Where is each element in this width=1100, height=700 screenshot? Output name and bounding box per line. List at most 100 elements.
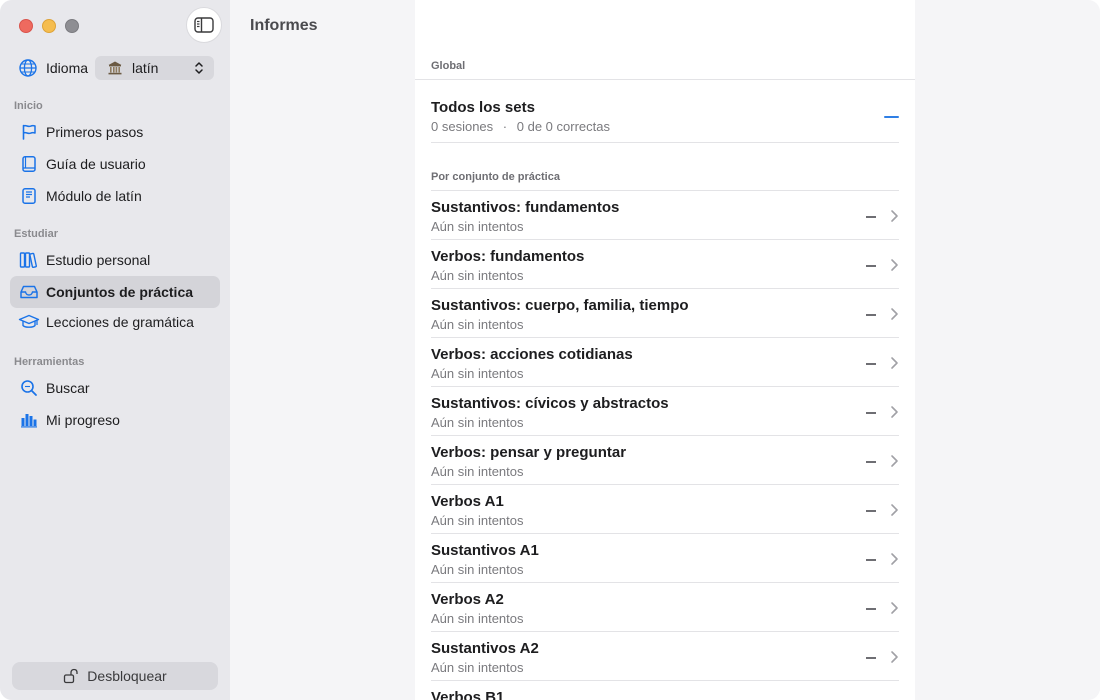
score-dash xyxy=(866,608,876,610)
set-status: Aún sin intentos xyxy=(431,660,524,675)
global-section-label: Global xyxy=(431,60,466,72)
set-status: Aún sin intentos xyxy=(431,219,524,234)
set-status: Aún sin intentos xyxy=(431,464,524,479)
set-name: Sustantivos A2 xyxy=(431,640,539,657)
set-row-texts: Verbos A2 Aún sin intentos xyxy=(431,590,524,628)
set-row[interactable]: Sustantivos: cívicos y abstractos Aún sin… xyxy=(431,386,899,435)
set-name: Verbos A1 xyxy=(431,493,504,510)
global-summary-title: Todos los sets xyxy=(431,99,535,116)
set-name: Verbos: acciones cotidianas xyxy=(431,346,633,363)
separator-dot: · xyxy=(502,119,508,134)
sidebar-item-label: Guía de usuario xyxy=(46,156,146,172)
sidebar-item-lecciones-de-gramatica[interactable]: Lecciones de gramática xyxy=(10,306,220,338)
set-name: Sustantivos: cuerpo, familia, tiempo xyxy=(431,297,689,314)
sidebar-item-label: Módulo de latín xyxy=(46,188,142,204)
global-summary: Todos los sets 0 sesiones · 0 de 0 corre… xyxy=(431,98,610,136)
chevron-right-icon xyxy=(891,259,898,271)
set-row[interactable]: Verbos: acciones cotidianas Aún sin inten… xyxy=(431,337,899,386)
set-name: Verbos A2 xyxy=(431,591,504,608)
set-status: Aún sin intentos xyxy=(431,513,524,528)
set-status: Aún sin intentos xyxy=(431,366,524,381)
set-row-texts: Verbos A1 Aún sin intentos xyxy=(431,492,524,530)
set-row[interactable]: Verbos A2 Aún sin intentos xyxy=(431,582,899,631)
set-row-texts: Verbos B1 xyxy=(431,688,504,700)
divider xyxy=(431,142,899,143)
set-row[interactable]: Sustantivos: cuerpo, familia, tiempo Aún … xyxy=(431,288,899,337)
books-icon xyxy=(18,249,40,271)
score-dash xyxy=(866,559,876,561)
tray-icon xyxy=(18,281,40,303)
chevron-right-icon xyxy=(891,651,898,663)
set-name: Sustantivos A1 xyxy=(431,542,539,559)
graduation-cap-icon xyxy=(18,311,40,333)
sidebar-item-label: Estudio personal xyxy=(46,252,151,268)
set-name: Verbos: pensar y preguntar xyxy=(431,444,627,461)
set-row-texts: Sustantivos: cuerpo, familia, tiempo Aún … xyxy=(431,296,689,334)
score-dash xyxy=(866,412,876,414)
section-inicio: Inicio xyxy=(14,100,43,112)
sidebar-item-primeros-pasos[interactable]: Primeros pasos xyxy=(10,116,220,148)
chevron-right-icon xyxy=(891,308,898,320)
language-label: Idioma xyxy=(46,60,89,76)
close-window-button[interactable] xyxy=(19,19,33,33)
report-panel: Global Todos los sets 0 sesiones · 0 de … xyxy=(415,0,915,700)
minimize-window-button[interactable] xyxy=(42,19,56,33)
set-row[interactable]: Verbos A1 Aún sin intentos xyxy=(431,484,899,533)
set-name: Sustantivos: cívicos y abstractos xyxy=(431,395,669,412)
sidebar-item-conjuntos-de-practica[interactable]: Conjuntos de práctica xyxy=(10,276,220,308)
set-row[interactable]: Verbos: fundamentos Aún sin intentos xyxy=(431,239,899,288)
chevron-right-icon xyxy=(891,357,898,369)
sidebar-item-label: Lecciones de gramática xyxy=(46,314,194,330)
set-row[interactable]: Verbos: pensar y preguntar Aún sin intent… xyxy=(431,435,899,484)
set-name: Sustantivos: fundamentos xyxy=(431,199,620,216)
set-row[interactable]: Verbos B1 xyxy=(431,680,899,700)
set-row-texts: Sustantivos A2 Aún sin intentos xyxy=(431,639,539,677)
section-estudiar: Estudiar xyxy=(14,228,59,240)
book-closed-icon xyxy=(18,185,40,207)
language-row: Idioma latín xyxy=(18,56,214,80)
language-value: latín xyxy=(132,60,159,76)
set-name: Verbos B1 xyxy=(431,689,505,700)
chevron-right-icon xyxy=(891,406,898,418)
score-dash xyxy=(866,657,876,659)
sidebar-toggle-button[interactable] xyxy=(186,7,222,43)
score-dash xyxy=(866,314,876,316)
sidebar-icon xyxy=(194,17,214,33)
page-title: Informes xyxy=(250,17,318,34)
sessions-count: 0 sesiones xyxy=(431,119,494,134)
score-dash xyxy=(866,216,876,218)
sidebar-item-modulo-de-latin[interactable]: Módulo de latín xyxy=(10,180,220,212)
temple-icon xyxy=(107,60,123,76)
search-icon xyxy=(18,377,40,399)
globe-icon xyxy=(18,58,38,78)
correct-count: 0 de 0 correctas xyxy=(516,119,610,134)
set-row-texts: Verbos: acciones cotidianas Aún sin inten… xyxy=(431,345,633,383)
bar-chart-icon xyxy=(18,409,40,431)
sidebar-item-label: Buscar xyxy=(46,380,90,396)
lock-open-icon xyxy=(63,668,79,684)
sidebar-item-buscar[interactable]: Buscar xyxy=(10,372,220,404)
section-herramientas: Herramientas xyxy=(14,356,85,368)
score-dash xyxy=(866,461,876,463)
sidebar-item-label: Primeros pasos xyxy=(46,124,144,140)
score-dash xyxy=(866,363,876,365)
chevron-right-icon xyxy=(891,455,898,467)
sidebar-item-estudio-personal[interactable]: Estudio personal xyxy=(10,244,220,276)
set-row[interactable]: Sustantivos A1 Aún sin intentos xyxy=(431,533,899,582)
sidebar-item-label: Mi progreso xyxy=(46,412,120,428)
score-dash xyxy=(866,510,876,512)
set-status: Aún sin intentos xyxy=(431,268,524,283)
set-row[interactable]: Sustantivos A2 Aún sin intentos xyxy=(431,631,899,680)
unlock-button[interactable]: Desbloquear xyxy=(12,662,218,690)
language-select[interactable]: latín xyxy=(95,56,214,80)
set-row[interactable]: Sustantivos: fundamentos Aún sin intentos xyxy=(431,190,899,239)
sidebar: Idioma latín Inicio Primeros pasos Guía … xyxy=(0,0,230,700)
by-set-section-label: Por conjunto de práctica xyxy=(431,171,560,183)
sidebar-item-label: Conjuntos de práctica xyxy=(46,284,194,300)
set-status: Aún sin intentos xyxy=(431,415,524,430)
set-row-texts: Sustantivos: fundamentos Aún sin intentos xyxy=(431,198,619,236)
sidebar-item-mi-progreso[interactable]: Mi progreso xyxy=(10,404,220,436)
set-status: Aún sin intentos xyxy=(431,562,524,577)
zoom-window-button[interactable] xyxy=(65,19,79,33)
sidebar-item-guia-de-usuario[interactable]: Guía de usuario xyxy=(10,148,220,180)
